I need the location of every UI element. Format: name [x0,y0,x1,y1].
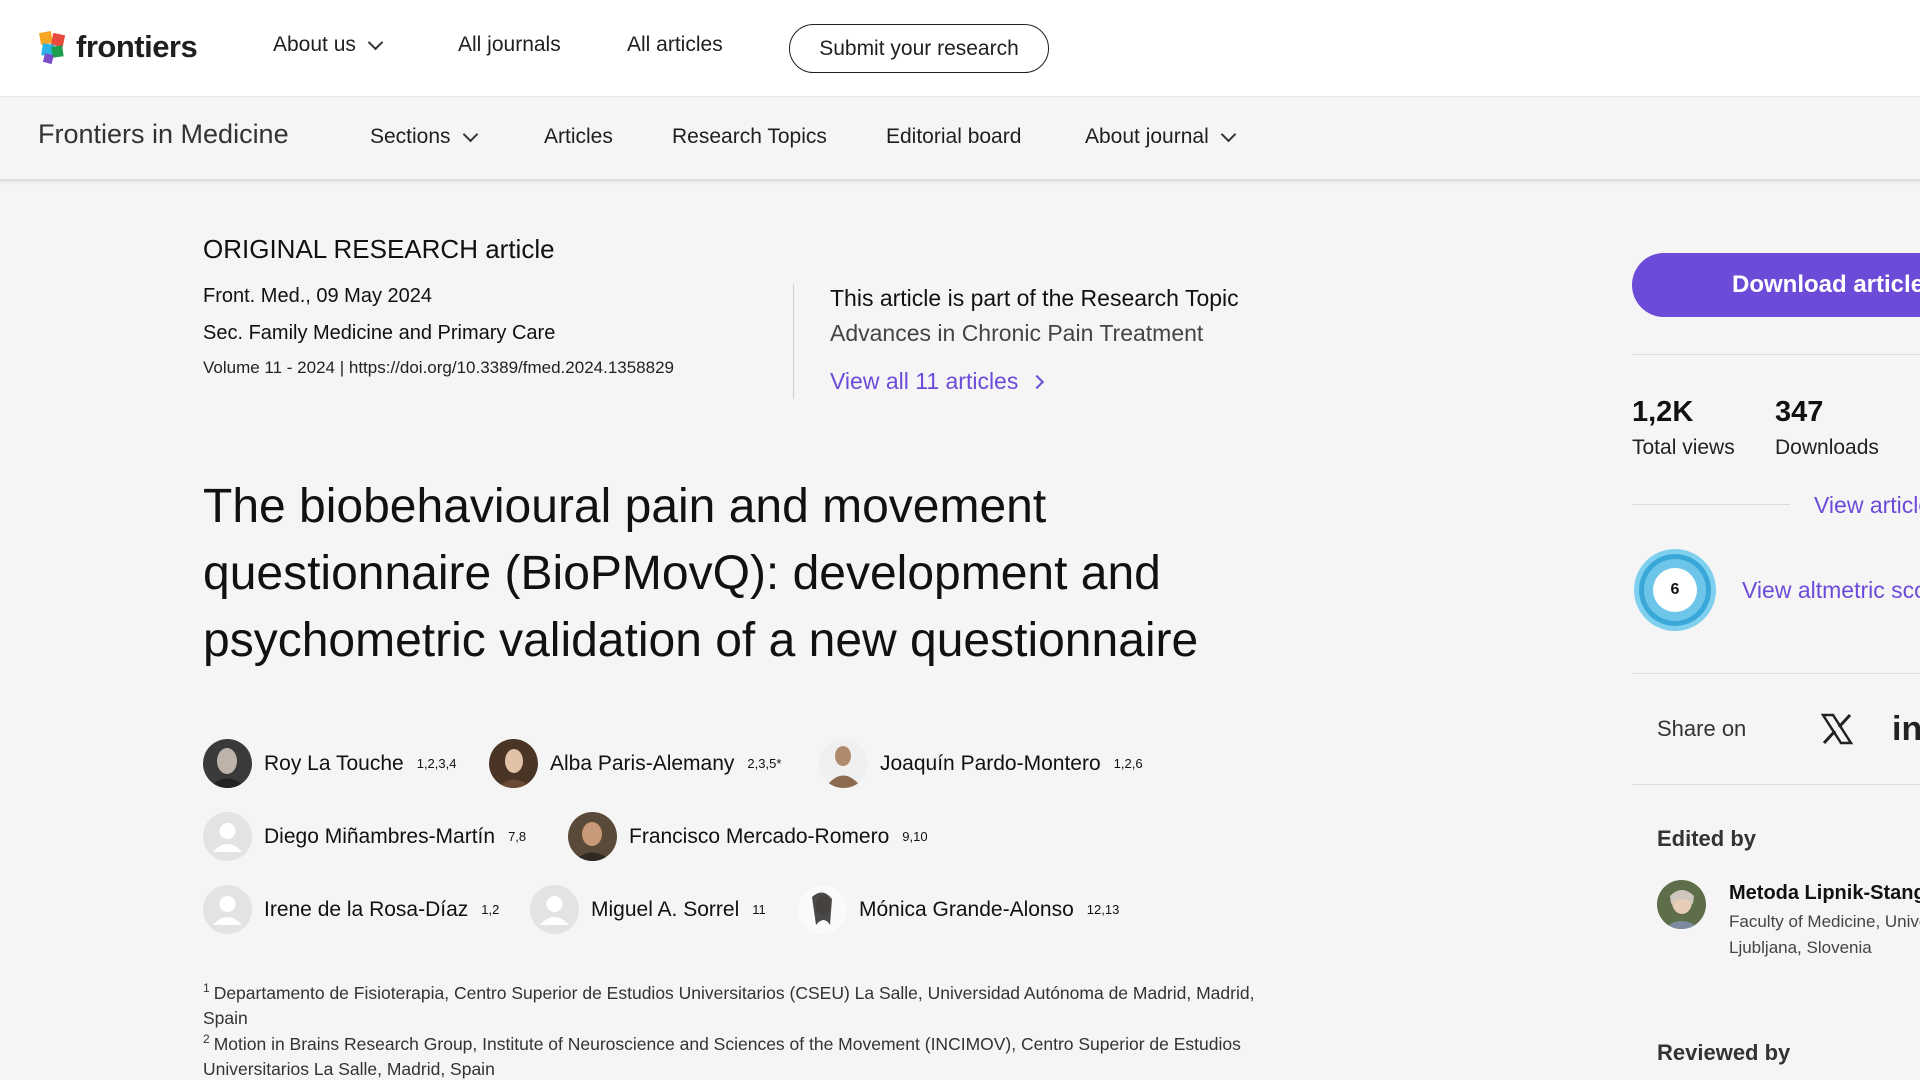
chevron-right-icon [1030,374,1045,389]
nav-all-journals-label: All journals [458,33,561,56]
affiliation-item: 2 Motion in Brains Research Group, Instit… [203,1027,1273,1080]
author-name: Diego Miñambres-Martín [264,824,496,848]
author-item[interactable]: Joaquín Pardo-Montero 1,2,6 [819,739,1143,788]
affiliation-number: 1 [203,981,210,995]
divider [1632,354,1920,355]
divider [1632,673,1920,674]
editor-name[interactable]: Metoda Lipnik-Stangelj [1729,882,1920,905]
nav-all-articles[interactable]: All articles [627,33,723,57]
edited-by-label: Edited by [1657,826,1757,851]
article-section[interactable]: Sec. Family Medicine and Primary Care [203,322,555,345]
author-affiliation-refs: 1,2 [481,902,500,917]
nav-about-us-label: About us [273,33,356,56]
tab-about-journal-label: About journal [1085,125,1209,148]
divider [793,284,794,399]
tab-sections-label: Sections [370,125,451,148]
author-avatar [203,739,252,788]
author-affiliation-refs: 12,13 [1086,902,1120,917]
divider [1632,784,1920,785]
chevron-down-icon [367,34,384,50]
author-affiliation-refs: 9,10 [902,829,928,844]
author-name: Roy La Touche [264,751,404,775]
tab-articles-label: Articles [544,125,613,148]
top-navigation: frontiers About us All journals All arti… [0,0,1920,97]
user-placeholder-icon [203,885,252,934]
author-name: Irene de la Rosa-Díaz [264,897,469,921]
frontiers-logo[interactable]: frontiers [38,28,198,66]
author-avatar [798,885,847,934]
logo-text: frontiers [76,29,198,64]
chevron-down-icon [1220,126,1237,142]
share-label: Share on [1657,716,1747,741]
view-all-articles-link[interactable]: View all 11 articles [830,368,1045,395]
article-type: ORIGINAL RESEARCH article [203,234,555,264]
author-name: Joaquín Pardo-Montero [880,751,1101,775]
user-placeholder-icon [203,812,252,861]
author-item[interactable]: Diego Miñambres-Martín 7,8 [203,812,526,861]
nav-all-journals[interactable]: All journals [458,33,561,57]
tab-sections[interactable]: Sections [370,125,478,149]
affiliation-text: Motion in Brains Research Group, Institu… [203,1033,1241,1079]
tab-editorial-board[interactable]: Editorial board [886,125,1021,149]
altmetric-score: 6 [1670,581,1680,598]
author-affiliation-refs: 7,8 [508,829,527,844]
tab-research-topics[interactable]: Research Topics [672,125,827,149]
affiliation-text: Departamento de Fisioterapia, Centro Sup… [203,982,1255,1028]
view-altmetric-link[interactable]: View altmetric score [1742,577,1920,604]
author-item[interactable]: Roy La Touche 1,2,3,4 [203,739,456,788]
linkedin-icon[interactable]: in [1892,710,1920,749]
editor-affiliation: Ljubljana, Slovenia [1729,938,1872,957]
view-all-articles-label: View all 11 articles [830,368,1019,394]
author-name: Mónica Grande-Alonso [859,897,1074,921]
author-name: Francisco Mercado-Romero [629,824,890,848]
nav-all-articles-label: All articles [627,33,723,56]
x-icon[interactable] [1820,712,1854,746]
divider [1632,504,1790,505]
article-title: The biobehavioural pain and movement que… [203,480,1199,667]
research-topic-intro: This article is part of the Research Top… [830,285,1239,311]
author-avatar [489,739,538,788]
journal-navigation: Frontiers in Medicine Sections Articles … [0,97,1920,181]
author-item[interactable]: Irene de la Rosa-Díaz 1,2 [203,885,499,934]
tab-editorial-board-label: Editorial board [886,125,1022,148]
reviewed-by-label: Reviewed by [1657,1040,1791,1065]
author-name: Miguel A. Sorrel [591,897,740,921]
frontiers-logo-icon [39,31,66,64]
author-item[interactable]: Alba Paris-Alemany 2,3,5* [489,739,781,788]
journal-date: Front. Med., 09 May 2024 [203,285,433,307]
total-views-label: Total views [1632,436,1735,459]
tab-about-journal[interactable]: About journal [1085,125,1237,149]
downloads-label: Downloads [1775,436,1879,459]
author-affiliation-refs: 2,3,5* [747,756,782,771]
chevron-down-icon [462,126,478,142]
total-views-value: 1,2K [1632,396,1694,428]
affiliation-item: 1 Departamento de Fisioterapia, Centro Su… [203,976,1273,1031]
editor-avatar[interactable] [1657,880,1706,929]
author-affiliation-refs: 1,2,3,4 [416,756,457,771]
author-item[interactable]: Francisco Mercado-Romero 9,10 [568,812,928,861]
editor-affiliation: Faculty of Medicine, University of [1729,912,1920,931]
author-affiliation-refs: 1,2,6 [1113,756,1143,771]
author-name: Alba Paris-Alemany [550,751,735,775]
download-article-button[interactable]: Download article [1632,253,1920,317]
tab-research-topics-label: Research Topics [672,125,827,148]
tab-articles[interactable]: Articles [544,125,613,149]
author-avatar [568,812,617,861]
author-item[interactable]: Miguel A. Sorrel 11 [530,885,766,934]
volume-doi[interactable]: Volume 11 - 2024 | https://doi.org/10.33… [203,358,674,378]
altmetric-badge[interactable]: 6 [1632,547,1718,633]
journal-title[interactable]: Frontiers in Medicine [38,119,289,150]
submit-research-button[interactable]: Submit your research [789,24,1049,73]
view-article-impact-link[interactable]: View article impact [1814,492,1920,519]
nav-about-us[interactable]: About us [273,33,384,57]
author-item[interactable]: Mónica Grande-Alonso 12,13 [798,885,1119,934]
author-avatar [819,739,868,788]
affiliation-number: 2 [203,1032,210,1046]
downloads-value: 347 [1775,396,1824,428]
author-affiliation-refs: 11 [752,902,766,917]
research-topic-name[interactable]: Advances in Chronic Pain Treatment [830,320,1203,347]
user-placeholder-icon [530,885,579,934]
